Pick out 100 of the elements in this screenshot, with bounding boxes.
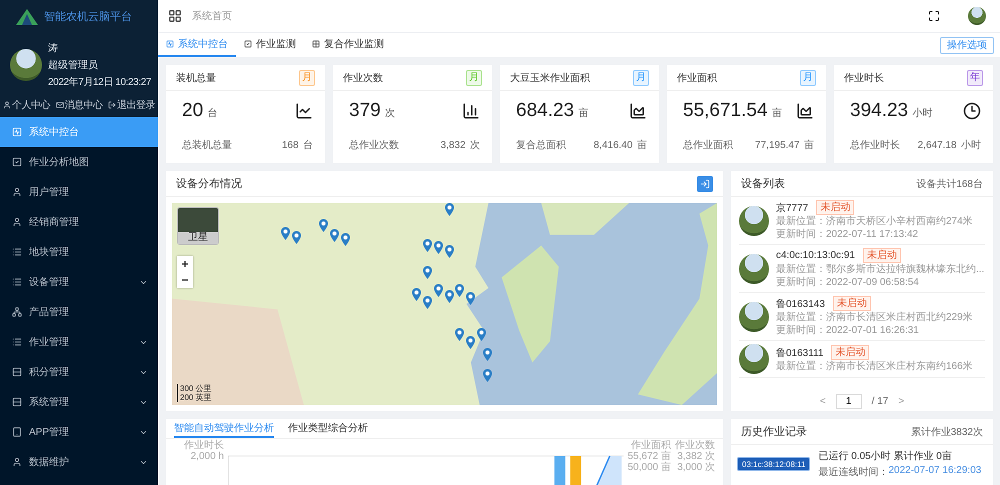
logout-icon [108,101,116,109]
device-name[interactable]: 鲁0163111 [776,346,824,360]
options-button[interactable]: 操作选项 [940,36,994,54]
page-tab[interactable]: 作业监测 [236,33,304,57]
stat-title: 作业面积 [677,72,717,84]
map-pin-icon[interactable] [477,328,486,342]
map-pin-icon[interactable] [444,203,454,216]
stat-title: 作业时长 [844,72,884,84]
map-pin-icon[interactable] [444,290,454,303]
menu-item[interactable]: 经销商管理 [0,207,158,237]
map-pin-icon[interactable] [444,245,454,258]
user-icon [3,101,11,109]
page-tab[interactable]: 复合作业监测 [304,33,392,57]
menu-item[interactable]: 地块管理 [0,237,158,267]
device-photo [739,344,769,374]
menu-item[interactable]: 系统管理 [0,387,158,417]
axis-title: 作业面积 [631,440,671,451]
map-pin-icon[interactable] [292,231,301,244]
menu-label: 积分管理 [29,366,70,379]
map-pin-icon[interactable] [412,288,421,301]
zoom-in-button[interactable]: + [177,256,193,272]
page-input[interactable]: 1 [836,394,862,408]
user-link[interactable]: 退出登录 [108,98,155,112]
map-pin-icon[interactable] [422,266,432,279]
menu-icon[interactable] [168,9,182,23]
hierarchy-icon [12,307,22,317]
map-pin-icon[interactable] [340,233,350,246]
user-link[interactable]: 消息中心 [56,98,102,112]
stat-value: 394.23 [850,100,908,120]
map-pin-icon[interactable] [434,241,443,254]
menu-item[interactable]: 数据维护 [0,447,158,477]
stat-unit: 小时 [912,108,933,118]
panel-title: 历史作业记录 [741,425,807,439]
user-icon [12,457,22,467]
menu-item[interactable]: APP管理 [0,417,158,447]
satellite-thumbnail[interactable]: 卫星 [177,207,219,245]
user-link[interactable]: 个人中心 [3,98,50,112]
device-name[interactable]: 鲁0163143 [776,296,825,310]
device-name[interactable]: 京7777 [776,200,808,214]
area-chart-icon [629,102,647,120]
stat-unit: 台 [208,108,218,118]
chart-icon [12,127,22,137]
logo-icon [16,8,38,24]
total-value: 168 [282,140,299,150]
stat-unit: 次 [385,108,396,118]
header-avatar[interactable] [968,7,986,25]
menu-label: 系统管理 [29,396,70,409]
user-icon [12,217,22,227]
enter-button[interactable] [697,176,713,192]
axis-title: 作业次数 [675,440,715,451]
total-label: 总作业面积 [683,138,733,152]
menu-item[interactable]: 作业分析地图 [0,147,158,177]
device-name[interactable]: c4:0c:10:13:0c:91 [776,250,855,261]
scale-label: 200 英里 [177,393,212,402]
status-tag: 未启动 [832,296,871,311]
device-location: 最新位置：济南市长清区米庄村西北约229米 [776,312,973,324]
map-pin-icon[interactable] [422,239,432,252]
map-pin-icon[interactable] [330,229,340,242]
total-unit: 小时 [961,140,981,150]
map-pin-icon[interactable] [455,284,464,297]
checkbox-icon [12,157,22,167]
stat-title: 作业次数 [343,72,383,84]
analysis-tab[interactable]: 作业类型综合分析 [288,419,368,438]
status-tag: 未启动 [816,200,854,215]
panels-icon [12,397,22,407]
user-icon [12,187,22,197]
map-pin-icon[interactable] [434,284,443,297]
map-pin-icon[interactable] [281,227,290,240]
device-photo [739,254,769,284]
total-value: 2,647.18 [918,140,957,150]
map-pin-icon[interactable] [466,292,476,305]
device-updated: 更新时间：2022-07-01 16:26:31 [776,325,920,337]
menu-label: 设备管理 [29,276,70,289]
map-pin-icon[interactable] [455,328,464,342]
total-label: 总装机总量 [182,138,232,152]
menu-item[interactable]: 用户管理 [0,177,158,207]
menu-item[interactable]: 设备管理 [0,267,158,297]
device-photo [739,206,769,236]
map-pin-icon[interactable] [466,336,476,350]
zoom-out-button[interactable]: − [177,272,193,288]
menu-item[interactable]: 产品管理 [0,297,158,327]
map-drawing[interactable] [172,203,717,405]
period-tag[interactable]: 年 [967,70,983,86]
map-pin-icon[interactable] [422,296,432,309]
fullscreen-icon[interactable] [928,10,940,22]
chart-icon [166,40,174,48]
total-label: 总作业时长 [850,138,900,152]
menu-item[interactable]: 作业管理 [0,327,158,357]
menu-item[interactable]: 积分管理 [0,357,158,387]
user-name: 涛 [48,42,59,55]
layer-label: 卫星 [178,232,218,244]
stat-value: 20 [182,100,204,120]
panels-icon [12,367,22,377]
device-id-button[interactable]: 03:1c:38:12:08:11 [737,457,810,471]
page-tab[interactable]: 系统中控台 [158,33,236,57]
map-pin-icon[interactable] [482,368,492,382]
last-online-label: 最近连线时间： [818,466,888,479]
breadcrumb: 系统首页 [192,10,233,23]
map-pin-icon[interactable] [319,219,328,232]
map-pin-icon[interactable] [482,348,492,362]
